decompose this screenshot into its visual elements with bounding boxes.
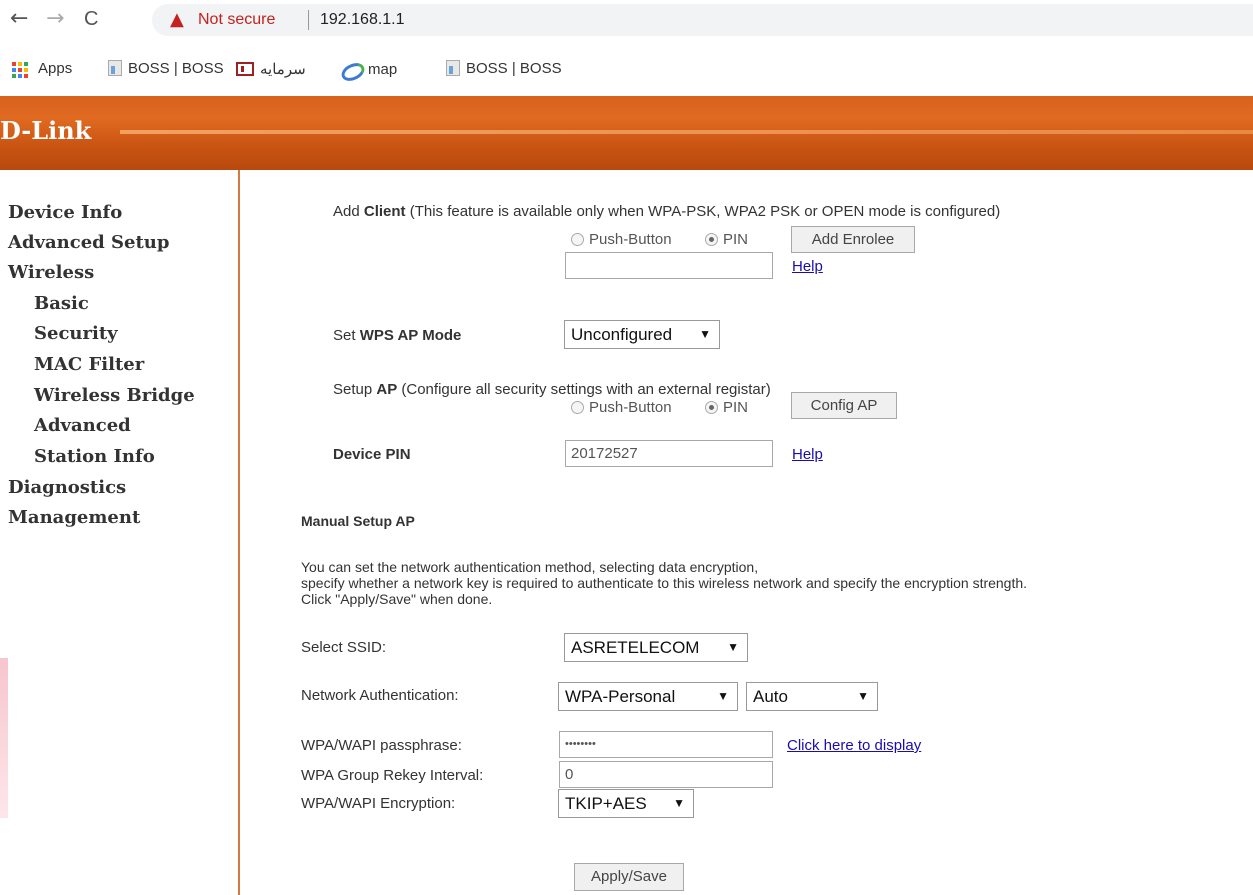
add-client-title: Add Client (This feature is available on… (333, 203, 1000, 220)
config-ap-button[interactable]: Config AP (791, 392, 897, 419)
pin-radio[interactable] (705, 401, 718, 414)
auth-mode-select[interactable]: Auto ▼ (746, 682, 878, 711)
book-icon (236, 62, 254, 76)
client-help-link[interactable]: Help (792, 258, 823, 275)
apply-save-button[interactable]: Apply/Save (574, 863, 684, 891)
sidebar-item-basic[interactable]: Basic (34, 293, 89, 314)
back-arrow-icon[interactable]: ← (10, 6, 28, 31)
setup-ap-bold: AP (376, 381, 398, 398)
setup-ap-note: (Configure all security settings with an… (397, 381, 771, 398)
page-icon (446, 60, 460, 76)
setup-ap-title: Setup AP (Configure all security setting… (333, 381, 771, 398)
bookmark-map-label: map (368, 61, 398, 78)
ssid-value: ASRETELECOM (571, 638, 700, 657)
encryption-value: TKIP+AES (565, 794, 647, 813)
dlink-banner: D-Link (0, 96, 1253, 170)
url-text[interactable]: 192.168.1.1 (320, 11, 405, 29)
ap-push-button-label: Push-Button (589, 399, 672, 416)
passphrase-label: WPA/WAPI passphrase: (301, 737, 462, 754)
sidebar-item-diagnostics[interactable]: Diagnostics (8, 477, 126, 498)
bookmark-sarmayeh[interactable]: سرمایه (236, 60, 306, 78)
auth-value: WPA-Personal (565, 687, 676, 706)
map-icon (340, 60, 360, 78)
add-client-note: (This feature is available only when WPA… (405, 203, 1001, 220)
passphrase-input[interactable]: •••••••• (559, 731, 773, 758)
push-button-radio[interactable] (571, 233, 584, 246)
bookmark-sarmayeh-label: سرمایه (260, 61, 306, 78)
omnibox-divider (308, 10, 309, 30)
add-client-bold: Client (363, 203, 406, 220)
push-button-radio[interactable] (571, 401, 584, 414)
sidebar-item-advanced-setup[interactable]: Advanced Setup (8, 232, 169, 253)
pin-label: PIN (723, 231, 749, 248)
wps-mode-select[interactable]: Unconfigured ▼ (564, 320, 720, 349)
bookmark-map[interactable]: map (340, 60, 397, 78)
manual-desc-line-1: You can set the network authentication m… (301, 559, 759, 575)
chevron-down-icon: ▼ (673, 796, 685, 810)
add-enrolee-button[interactable]: Add Enrolee (791, 226, 915, 253)
auth-label: Network Authentication: (301, 687, 459, 704)
warning-triangle-icon: ▲ (170, 9, 184, 30)
sidebar-item-wireless-bridge[interactable]: Wireless Bridge (34, 385, 195, 406)
rekey-interval-input[interactable]: 0 (559, 761, 773, 788)
device-pin-label: Device PIN (333, 446, 411, 463)
ssid-label: Select SSID: (301, 639, 387, 656)
sidebar-item-management[interactable]: Management (8, 507, 140, 528)
client-push-button-option[interactable]: Push-Button (571, 231, 672, 248)
bookmark-boss-1-label: BOSS | BOSS (128, 60, 224, 77)
wps-mode-value: Unconfigured (571, 325, 673, 344)
encryption-label: WPA/WAPI Encryption: (301, 795, 456, 812)
ap-pin-label: PIN (723, 399, 749, 416)
banner-stripe (120, 130, 1253, 134)
forward-arrow-icon[interactable]: → (46, 6, 64, 31)
client-pin-input[interactable] (565, 252, 773, 279)
sidebar-item-mac-filter[interactable]: MAC Filter (34, 354, 144, 375)
auth-select[interactable]: WPA-Personal ▼ (558, 682, 738, 711)
bookmark-apps[interactable]: Apps (38, 60, 72, 77)
omnibox[interactable]: ▲ Not secure 192.168.1.1 (152, 4, 1253, 36)
chevron-down-icon: ▼ (717, 689, 729, 703)
device-pin-help-link[interactable]: Help (792, 446, 823, 463)
bookmark-boss-2[interactable]: BOSS | BOSS (446, 60, 562, 77)
sidebar-item-advanced[interactable]: Advanced (34, 415, 131, 436)
ap-push-button-option[interactable]: Push-Button (571, 399, 672, 416)
pin-radio[interactable] (705, 233, 718, 246)
main-content: Add Client (This feature is available on… (242, 170, 1253, 895)
wps-mode-label: Set WPS AP Mode (333, 327, 461, 344)
sidebar-item-device-info[interactable]: Device Info (8, 202, 122, 223)
bookmark-boss-1[interactable]: BOSS | BOSS (108, 60, 224, 77)
bookmarks-bar: Apps BOSS | BOSS سرمایه map BOSS | BOSS (0, 52, 1253, 86)
chevron-down-icon: ▼ (857, 689, 869, 703)
client-pin-option[interactable]: PIN (705, 231, 748, 248)
ap-pin-option[interactable]: PIN (705, 399, 748, 416)
apps-grid-icon[interactable] (12, 62, 28, 78)
wps-mode-prefix: Set (333, 327, 360, 344)
device-pin-field[interactable]: 20172527 (565, 440, 773, 467)
ssid-select[interactable]: ASRETELECOM ▼ (564, 633, 748, 662)
rekey-label: WPA Group Rekey Interval: (301, 767, 484, 784)
manual-desc-line-2: specify whether a network key is require… (301, 575, 1028, 591)
sidebar-item-security[interactable]: Security (34, 323, 118, 344)
sidebar-item-station-info[interactable]: Station Info (34, 446, 155, 467)
auth-mode-value: Auto (753, 687, 788, 706)
dlink-logo: D-Link (0, 116, 92, 145)
encryption-select[interactable]: TKIP+AES ▼ (558, 789, 694, 818)
wps-mode-bold: WPS AP Mode (359, 327, 462, 344)
display-passphrase-link[interactable]: Click here to display (787, 737, 921, 754)
reload-icon[interactable]: C (84, 8, 98, 31)
add-client-prefix: Add (333, 203, 364, 220)
push-button-label: Push-Button (589, 231, 672, 248)
browser-toolbar: ← → C ▲ Not secure 192.168.1.1 (0, 0, 1253, 40)
sidebar-nav: Device Info Advanced Setup Wireless Basi… (0, 170, 240, 895)
sidebar-item-wireless[interactable]: Wireless (8, 262, 94, 283)
manual-setup-heading: Manual Setup AP (301, 513, 415, 529)
chevron-down-icon: ▼ (699, 327, 711, 341)
page-icon (108, 60, 122, 76)
setup-ap-prefix: Setup (333, 381, 377, 398)
chevron-down-icon: ▼ (727, 640, 739, 654)
security-warning-label[interactable]: Not secure (198, 11, 275, 29)
manual-desc-line-3: Click "Apply/Save" when done. (301, 591, 493, 607)
decorative-edge (0, 658, 8, 818)
bookmark-boss-2-label: BOSS | BOSS (466, 60, 562, 77)
